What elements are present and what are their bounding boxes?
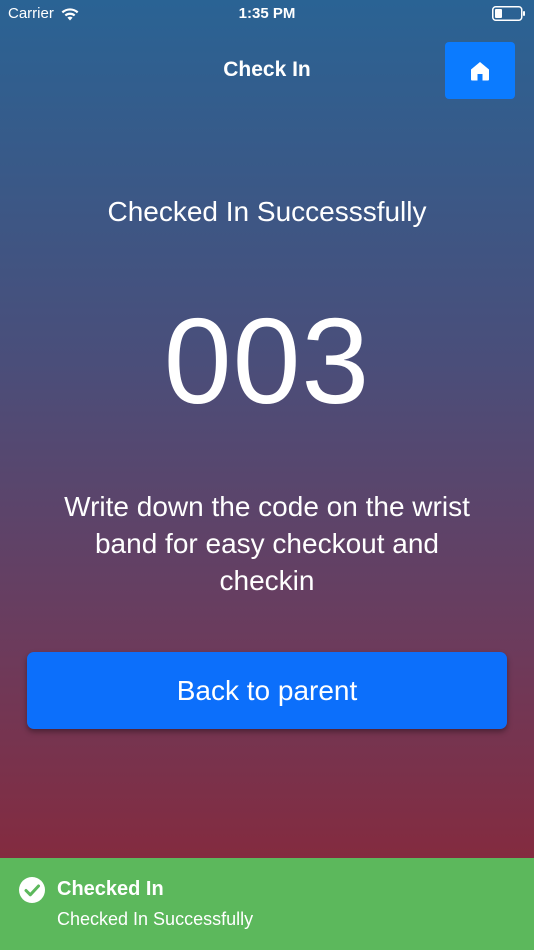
home-button[interactable] <box>445 42 515 99</box>
status-bar: Carrier 1:35 PM <box>0 0 534 28</box>
battery-icon <box>492 6 525 21</box>
status-time: 1:35 PM <box>238 5 296 22</box>
checkin-code: 003 <box>163 293 371 429</box>
home-icon <box>471 61 489 80</box>
success-heading: Checked In Successsfully <box>107 196 427 227</box>
toast-message: Checked In Successfully <box>57 909 254 929</box>
check-circle-icon <box>19 877 45 903</box>
toast-title: Checked In <box>57 878 164 900</box>
instructions-text: Write down the code on the wrist band fo… <box>64 491 470 596</box>
toast-notification[interactable] <box>0 858 534 950</box>
back-to-parent-button[interactable]: Back to parent <box>27 652 507 729</box>
